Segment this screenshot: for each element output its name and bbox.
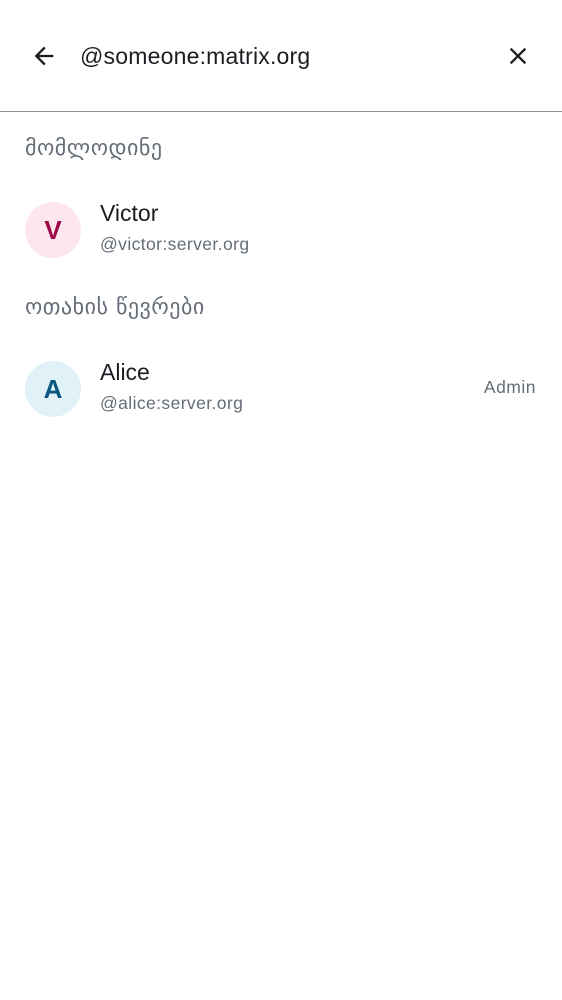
member-name: Alice <box>100 359 150 385</box>
avatar-initial: A <box>43 373 63 404</box>
member-name: Victor <box>100 200 159 226</box>
section-header-room-members: ოთახის წევრები <box>25 295 205 320</box>
back-button[interactable] <box>24 36 64 76</box>
avatar: V <box>25 202 81 258</box>
member-role-badge: Admin <box>483 377 536 397</box>
search-input[interactable] <box>80 36 480 76</box>
member-row-victor[interactable]: V Victor @victor:server.org <box>0 190 562 270</box>
member-user-id: @alice:server.org <box>100 393 244 413</box>
avatar-initial: V <box>44 214 62 245</box>
avatar: A <box>25 361 81 417</box>
room-member-search-screen: მომლოდინე V Victor @victor:server.org ოთ… <box>0 0 562 1000</box>
member-user-id: @victor:server.org <box>100 234 250 254</box>
close-icon <box>509 47 527 65</box>
clear-search-button[interactable] <box>498 36 538 76</box>
section-header-pending: მომლოდინე <box>25 136 163 161</box>
search-bar <box>0 0 562 112</box>
member-row-alice[interactable]: A Alice @alice:server.org Admin <box>0 349 562 429</box>
arrow-back-icon <box>34 46 54 66</box>
